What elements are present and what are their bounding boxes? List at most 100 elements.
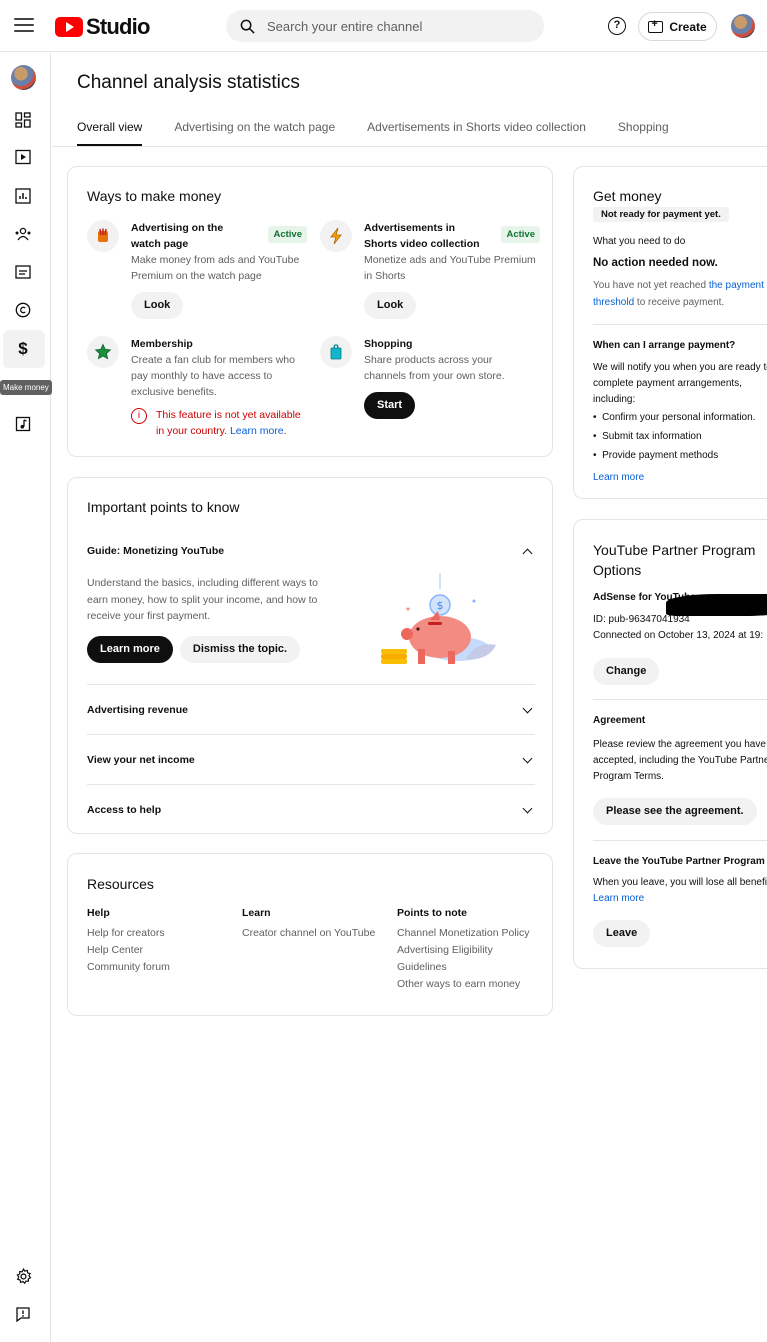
status-badge: Not ready for payment yet. xyxy=(593,207,729,222)
search-bar[interactable] xyxy=(226,10,544,42)
search-icon xyxy=(240,19,255,34)
chevron-up-icon xyxy=(522,548,533,559)
title-line-1: YouTube Partner Program xyxy=(593,542,756,558)
membership-warning: i This feature is not yet available in y… xyxy=(131,407,303,439)
item-title: Advertisements in Shorts video collectio… xyxy=(364,222,480,250)
points-to-note-column: Points to note Channel Monetization Poli… xyxy=(397,907,542,993)
divider xyxy=(87,784,535,785)
help-icon[interactable]: ? xyxy=(608,17,626,35)
content-icon[interactable] xyxy=(14,148,32,166)
when-title: When can I arrange payment? xyxy=(593,340,736,351)
agreement-text-line-2: accepted, including the YouTube Partner xyxy=(593,755,767,766)
creator-channel-link[interactable]: Creator channel on YouTube xyxy=(242,925,387,942)
no-action-text: No action needed now. xyxy=(593,257,718,269)
agreement-text-line-1: Please review the agreement you have xyxy=(593,739,766,750)
dollar-icon[interactable]: $ xyxy=(14,339,32,358)
help-center-link[interactable]: Help Center xyxy=(87,942,227,959)
access-to-help-accordion[interactable]: Access to help xyxy=(87,803,535,816)
account-avatar[interactable] xyxy=(731,14,755,38)
active-badge: Active xyxy=(501,226,540,243)
learn-more-link[interactable]: Learn more xyxy=(593,893,644,904)
warning-learn-more-link[interactable]: Learn more xyxy=(230,425,284,437)
payment-threshold-link-cont[interactable]: threshold xyxy=(593,297,634,308)
threshold-post: to receive payment. xyxy=(634,296,725,308)
help-for-creators-link[interactable]: Help for creators xyxy=(87,925,227,942)
item-title: Shopping xyxy=(364,338,413,350)
step-confirm-info: • Confirm your personal information. xyxy=(593,412,756,423)
guide-title: Guide: Monetizing YouTube xyxy=(87,545,225,557)
when-text-line-1: We will notify you when you are ready to xyxy=(593,362,767,373)
page-title: Channel analysis statistics xyxy=(77,72,300,93)
tab-watch-page-ads[interactable]: Advertising on the watch page xyxy=(174,112,335,146)
chevron-down-icon xyxy=(522,753,533,764)
top-bar: Studio ? Create xyxy=(0,0,767,52)
column-title: Points to note xyxy=(397,907,467,919)
guide-learn-more-button[interactable]: Learn more xyxy=(87,636,173,663)
step-payment-methods: • Provide payment methods xyxy=(593,450,719,461)
change-button[interactable]: Change xyxy=(593,658,660,685)
settings-icon[interactable] xyxy=(14,1267,32,1285)
tab-shopping[interactable]: Shopping xyxy=(618,112,669,146)
menu-icon[interactable] xyxy=(14,14,34,38)
item-description: Make money from ads and YouTube Premium … xyxy=(131,254,300,282)
warning-icon: i xyxy=(131,408,147,424)
leave-title: Leave the YouTube Partner Program xyxy=(593,856,765,867)
other-ways-link[interactable]: Other ways to earn money xyxy=(397,976,542,993)
agreement-title: Agreement xyxy=(593,715,646,726)
shopping-item: Shopping Share products across your chan… xyxy=(320,336,540,426)
monetization-policy-link[interactable]: Channel Monetization Policy xyxy=(397,925,542,942)
audio-library-icon[interactable] xyxy=(14,415,32,433)
get-money-learn-more: Learn more xyxy=(593,470,644,487)
redaction-mark xyxy=(666,594,767,616)
analytics-icon[interactable] xyxy=(14,187,32,205)
subtitles-icon[interactable] xyxy=(14,263,32,281)
channel-avatar[interactable] xyxy=(11,65,36,90)
partner-title: YouTube Partner Program Options xyxy=(593,540,755,580)
search-input[interactable] xyxy=(267,18,527,34)
create-button[interactable]: Create xyxy=(638,12,717,41)
divider xyxy=(87,684,535,685)
logo-text: Studio xyxy=(86,14,150,39)
card-title: Important points to know xyxy=(87,499,240,515)
step-text: Confirm your personal information. xyxy=(602,412,756,423)
advertising-revenue-accordion[interactable]: Advertising revenue xyxy=(87,703,535,716)
warning-tail: . xyxy=(283,425,287,437)
community-icon[interactable] xyxy=(14,225,32,243)
look-watch-ads-button[interactable]: Look xyxy=(131,292,184,319)
dashboard-icon[interactable] xyxy=(14,111,32,129)
studio-logo[interactable]: Studio xyxy=(55,14,150,40)
guide-accordion-header[interactable]: Guide: Monetizing YouTube xyxy=(87,545,535,559)
tab-overall-view[interactable]: Overall view xyxy=(77,112,143,146)
copyright-icon[interactable] xyxy=(14,301,32,319)
get-money-card: Get money Not ready for payment yet. Wha… xyxy=(573,166,767,499)
title-line-2: Options xyxy=(593,562,642,578)
tab-shorts-ads[interactable]: Advertisements in Shorts video collectio… xyxy=(367,112,586,146)
important-points-card: Important points to know Guide: Monetizi… xyxy=(67,477,553,834)
column-title: Learn xyxy=(242,907,271,919)
piggy-bank-illustration: $ xyxy=(381,573,496,664)
membership-item: Membership Create a fan club for members… xyxy=(87,336,307,446)
threshold-pre: You have not yet reached xyxy=(593,280,709,291)
ad-eligibility-link[interactable]: Advertising Eligibility Guidelines xyxy=(397,942,542,976)
shopping-bag-icon xyxy=(320,336,352,368)
look-shorts-ads-button[interactable]: Look xyxy=(364,292,417,319)
chevron-down-icon xyxy=(522,803,533,814)
net-income-accordion[interactable]: View your net income xyxy=(87,753,535,766)
accordion-title: Advertising revenue xyxy=(87,704,188,716)
learn-more-link[interactable]: Learn more xyxy=(593,472,644,483)
payment-threshold-link[interactable]: the payment xyxy=(709,280,764,291)
agreement-text-line-3: Program Terms. xyxy=(593,771,664,782)
chevron-down-icon xyxy=(522,703,533,714)
leave-button[interactable]: Leave xyxy=(593,920,651,947)
item-description: Monetize ads and YouTube Premium in Shor… xyxy=(364,254,536,282)
start-shopping-button[interactable]: Start xyxy=(364,392,416,419)
dismiss-topic-button[interactable]: Dismiss the topic. xyxy=(179,636,301,663)
watch-page-ads-item: Advertising on the watch page Make money… xyxy=(87,220,307,320)
resources-card: Resources Help Help for creators Help Ce… xyxy=(67,853,553,1016)
see-agreement-button[interactable]: Please see the agreement. xyxy=(593,798,757,825)
watch-ads-icon xyxy=(87,220,119,252)
community-forum-link[interactable]: Community forum xyxy=(87,959,227,976)
card-title: Get money xyxy=(593,188,662,204)
what-label: What you need to do xyxy=(593,236,686,247)
feedback-icon[interactable] xyxy=(14,1305,32,1323)
